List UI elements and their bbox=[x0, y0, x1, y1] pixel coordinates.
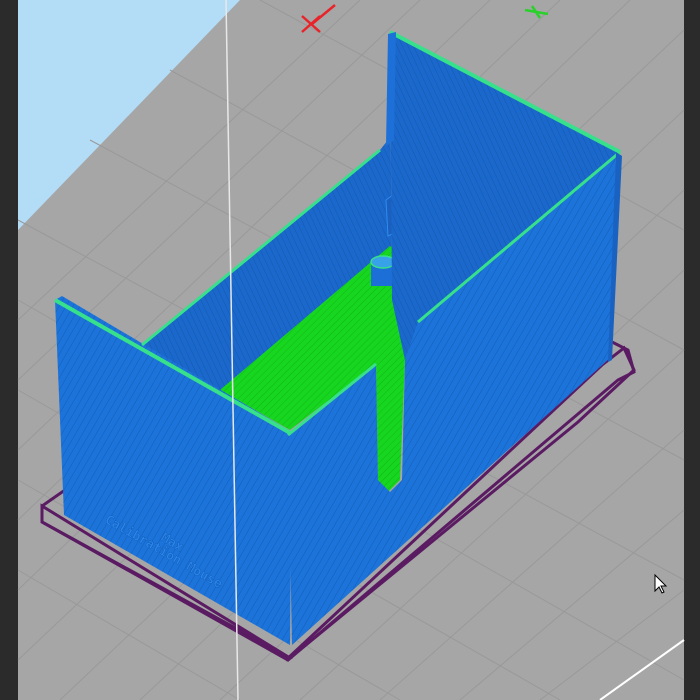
print-preview-viewport[interactable]: Max Calibration Mouse bbox=[0, 0, 700, 700]
post-top bbox=[370, 255, 396, 269]
scene-canvas[interactable]: Max Calibration Mouse bbox=[0, 0, 700, 700]
